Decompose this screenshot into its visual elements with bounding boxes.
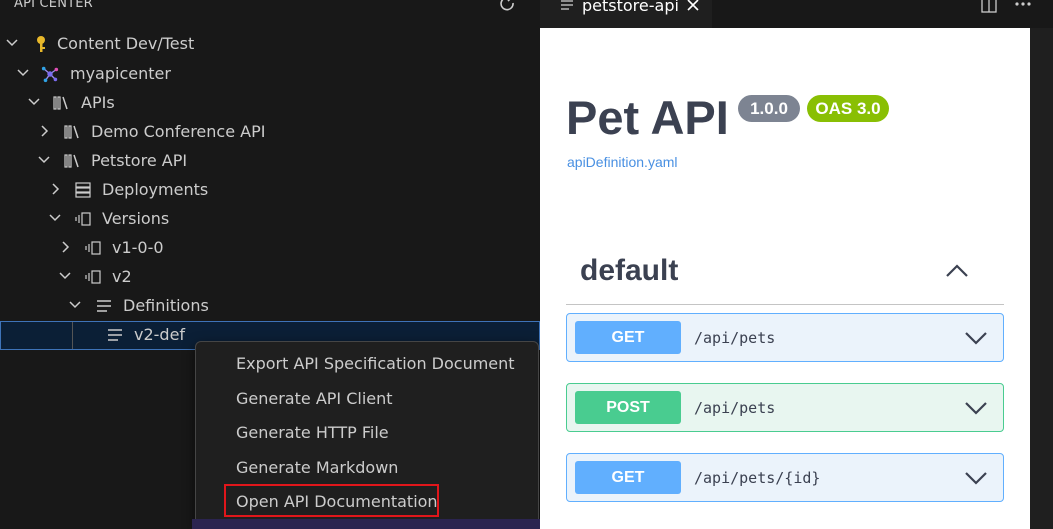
tree-item-petstore-api[interactable]: Petstore API: [0, 146, 540, 175]
tree-item-label: Petstore API: [91, 151, 188, 170]
chevron-up-icon[interactable]: [944, 262, 970, 280]
indent-guide: [72, 322, 73, 349]
sidebar-title: API CENTER: [14, 0, 93, 11]
list-icon: [108, 329, 122, 341]
tree-item-label: Deployments: [102, 180, 209, 199]
tree-item-deployments[interactable]: Deployments: [0, 175, 540, 204]
editor-scroll-gutter: [1030, 28, 1053, 529]
menu-item-generate-client[interactable]: Generate API Client: [236, 389, 393, 408]
list-icon: [97, 300, 111, 312]
menu-item-export-spec[interactable]: Export API Specification Document: [236, 354, 515, 373]
more-actions-icon[interactable]: [1014, 1, 1032, 7]
chevron-down-icon[interactable]: [963, 330, 989, 346]
tree-item-versions[interactable]: Versions: [0, 204, 540, 233]
context-menu: Export API Specification Document Genera…: [195, 341, 539, 529]
refresh-icon[interactable]: [497, 0, 519, 15]
menu-item-generate-markdown[interactable]: Generate Markdown: [236, 458, 398, 477]
operation-path: /api/pets: [694, 329, 776, 347]
tree-item-subscription[interactable]: Content Dev/Test: [0, 29, 540, 58]
tree-item-apicenter[interactable]: myapicenter: [0, 59, 540, 88]
versions-icon: [85, 241, 101, 255]
chevron-down-icon: [59, 272, 71, 280]
chevron-down-icon: [28, 98, 40, 106]
library-icon: [53, 96, 68, 110]
menu-item-generate-http[interactable]: Generate HTTP File: [236, 423, 389, 442]
chevron-right-icon: [41, 125, 49, 137]
tree-item-label: v2-def: [134, 325, 186, 344]
library-icon: [64, 125, 79, 139]
operation-post-pets[interactable]: POST /api/pets: [566, 383, 1004, 432]
chevron-down-icon[interactable]: [963, 470, 989, 486]
version-badge: 1.0.0: [738, 95, 800, 122]
file-lines-icon: [561, 0, 573, 10]
section-title[interactable]: default: [580, 254, 678, 288]
tree-item-label: Definitions: [123, 296, 209, 315]
section-divider: [566, 304, 1004, 305]
tree-item-label: myapicenter: [70, 64, 171, 83]
operation-path: /api/pets/{id}: [694, 469, 821, 487]
tree-item-label: APIs: [81, 93, 115, 112]
menu-item-open-api-docs[interactable]: Open API Documentation: [236, 492, 438, 511]
chevron-down-icon: [49, 214, 61, 222]
library-icon: [64, 154, 79, 168]
tree-item-label: v1-0-0: [112, 238, 164, 257]
chevron-down-icon[interactable]: [963, 400, 989, 416]
tree-item-apis[interactable]: APIs: [0, 88, 540, 117]
tab-petstore-api[interactable]: petstore-api: [540, 0, 712, 28]
operation-get-pet-by-id[interactable]: GET /api/pets/{id}: [566, 453, 1004, 502]
sidebar-header: API CENTER: [0, 0, 540, 14]
tree-item-label: Content Dev/Test: [57, 34, 195, 53]
oas-badge: OAS 3.0: [807, 95, 889, 122]
tree-item-label: v2: [112, 267, 132, 286]
method-badge: GET: [575, 321, 681, 354]
chevron-down-icon: [38, 156, 50, 164]
tree-item-v1-0-0[interactable]: v1-0-0: [0, 233, 540, 262]
editor-tab-bar: petstore-api: [540, 0, 1053, 28]
definition-link[interactable]: apiDefinition.yaml: [567, 154, 678, 170]
chevron-right-icon: [52, 183, 60, 195]
tree-item-demo-conference-api[interactable]: Demo Conference API: [0, 117, 540, 146]
method-badge: GET: [575, 461, 681, 494]
api-title: Pet API: [566, 91, 729, 144]
key-icon: [37, 36, 45, 52]
api-center-sidebar: API CENTER Content Dev/Test myapicenter: [0, 0, 540, 529]
close-icon[interactable]: [686, 0, 700, 12]
tab-label: petstore-api: [582, 0, 679, 15]
chevron-down-icon: [69, 301, 81, 309]
server-icon: [75, 182, 91, 198]
tree-item-definitions[interactable]: Definitions: [0, 291, 540, 320]
chevron-right-icon: [62, 241, 70, 253]
tree-item-label: Versions: [102, 209, 170, 228]
chevron-down-icon: [17, 69, 29, 77]
api-center-icon: [41, 66, 59, 83]
method-badge: POST: [575, 391, 681, 424]
operation-get-pets[interactable]: GET /api/pets: [566, 313, 1004, 362]
swagger-preview: Pet API 1.0.0 OAS 3.0 apiDefinition.yaml…: [540, 28, 1030, 529]
tree-item-v2[interactable]: v2: [0, 262, 540, 291]
versions-icon: [85, 270, 101, 284]
chevron-down-icon: [6, 39, 18, 47]
tree-item-label: Demo Conference API: [91, 122, 266, 141]
operation-path: /api/pets: [694, 399, 776, 417]
split-editor-icon[interactable]: [981, 0, 997, 13]
versions-icon: [75, 212, 91, 226]
